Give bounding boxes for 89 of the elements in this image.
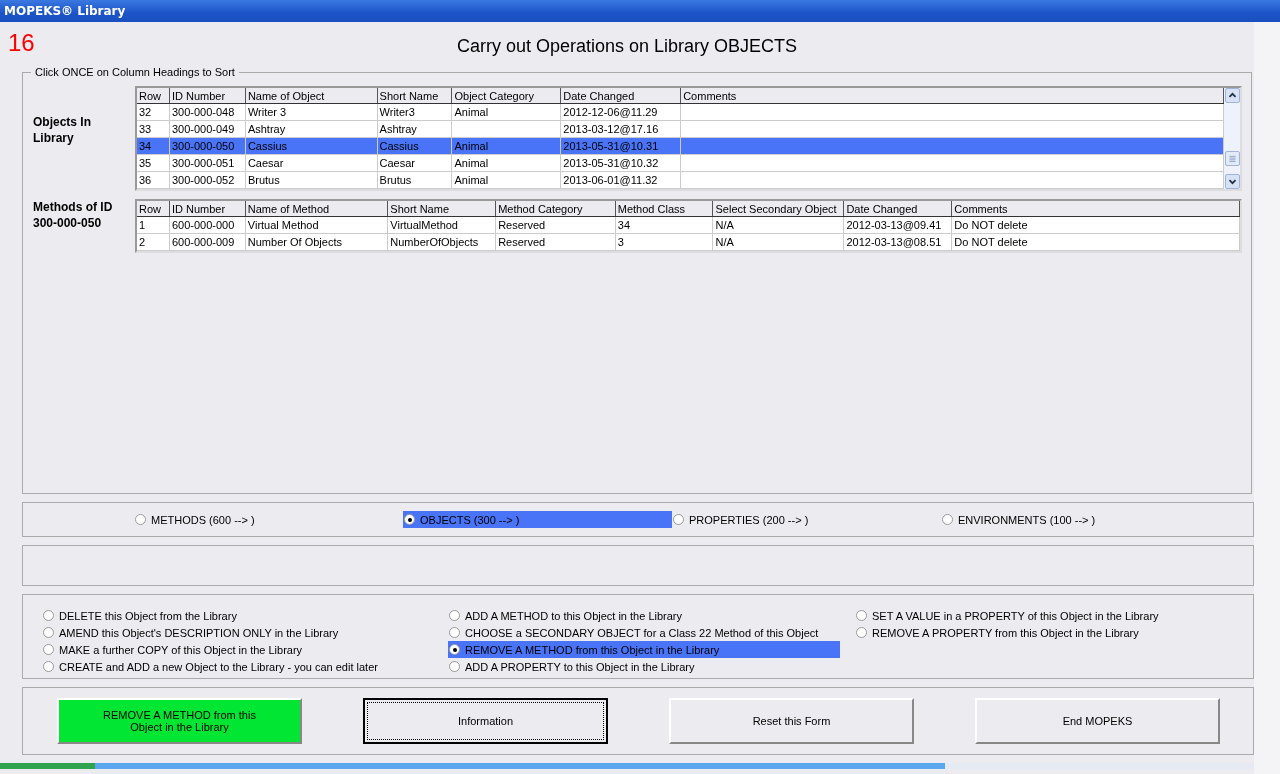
operation-radio[interactable]: CREATE and ADD a new Object to the Library - you can edit later (42, 658, 434, 675)
column-header[interactable]: ID Number (169, 88, 246, 104)
library-type-radio[interactable]: PROPERTIES (200 --> ) (672, 511, 941, 528)
column-header[interactable]: ID Number (169, 201, 246, 217)
table-row[interactable]: 35 300-000-051 Caesar Caesar Animal 2013-05-31@10.32 (137, 154, 1224, 172)
column-header[interactable]: Select Secondary Object (713, 201, 844, 217)
table-cell: 33 (137, 120, 170, 138)
library-type-radio[interactable]: OBJECTS (300 --> ) (403, 511, 672, 528)
page-heading: Carry out Operations on Library OBJECTS (456, 35, 798, 57)
table-row[interactable]: 32 300-000-048 Writer 3 Writer3 Animal 2012-12-06@11.29 (137, 103, 1224, 121)
library-type-radio[interactable]: ENVIRONMENTS (100 --> ) (941, 511, 1210, 528)
table-cell: N/A (713, 233, 844, 251)
column-header[interactable]: Name of Object (245, 88, 378, 104)
table-cell: 3 (615, 233, 713, 251)
table-row[interactable]: 33 300-000-049 Ashtray Ashtray 2013-03-12@17.16 (137, 120, 1224, 138)
table-cell: Writer3 (377, 103, 452, 121)
operation-radio[interactable]: ADD A METHOD to this Object in the Library (448, 607, 840, 624)
table-cell: 2012-03-13@09.41 (843, 216, 952, 234)
table-cell: Do NOT delete (951, 233, 1240, 251)
operation-radio[interactable]: ADD A PROPERTY to this Object in the Library (448, 658, 840, 675)
table-cell: 34 (615, 216, 713, 234)
table-cell: NumberOfObjects (387, 233, 496, 251)
table-cell: Reserved (495, 233, 616, 251)
table-cell: Animal (452, 103, 561, 121)
section-label: Objects In Library (32, 114, 92, 146)
table-cell: 35 (137, 154, 170, 172)
column-header[interactable]: Date Changed (843, 201, 952, 217)
table-cell: 36 (137, 171, 170, 189)
column-header[interactable]: Short Name (387, 201, 496, 217)
table-cell: 300-000-049 (169, 120, 246, 138)
table-row[interactable]: 34 300-000-050 Cassius Cassius Animal 2013-05-31@10.31 (137, 137, 1224, 155)
column-header[interactable]: Comments (680, 88, 1224, 104)
table-cell: Ashtray (245, 120, 378, 138)
table-cell: 600-000-000 (169, 216, 246, 234)
window-title: MOPEKS® Library (4, 4, 126, 18)
column-header[interactable]: Date Changed (560, 88, 681, 104)
table-cell: Animal (452, 154, 561, 172)
column-header[interactable]: Row (137, 88, 170, 104)
form-button[interactable]: Information (363, 698, 608, 744)
action-button[interactable]: REMOVE A METHOD from this Object in the Library (57, 698, 302, 744)
table-cell: Brutus (377, 171, 452, 189)
table-cell: 300-000-048 (169, 103, 246, 121)
operation-radio[interactable]: SET A VALUE in a PROPERTY of this Object in the Library (855, 607, 1247, 624)
section-label: Methods of ID 300-000-050 (32, 199, 114, 231)
form-button[interactable]: End MOPEKS (975, 698, 1220, 744)
table-cell: Do NOT delete (951, 216, 1240, 234)
table-cell: 300-000-051 (169, 154, 246, 172)
operation-radio[interactable]: REMOVE A PROPERTY from this Object in the Library (855, 624, 1247, 641)
table-cell: VirtualMethod (387, 216, 496, 234)
operation-radio[interactable]: AMEND this Object's DESCRIPTION ONLY in the Library (42, 624, 434, 641)
operation-radio[interactable]: CHOOSE a SECONDARY OBJECT for a Class 22 Method of this Object (448, 624, 840, 641)
column-header[interactable]: Comments (951, 201, 1240, 217)
table-cell: Number Of Objects (245, 233, 388, 251)
column-header[interactable]: Method Class (615, 201, 713, 217)
sort-hint: Click ONCE on Column Headings to Sort (34, 66, 236, 78)
scroll-down-icon[interactable] (1224, 174, 1240, 189)
table-cell: Reserved (495, 216, 616, 234)
column-header[interactable]: Short Name (377, 88, 452, 104)
table-cell: Caesar (377, 154, 452, 172)
form-button[interactable]: Reset this Form (669, 698, 914, 744)
page-number: 16 (8, 29, 35, 57)
table-cell: 1 (137, 216, 170, 234)
column-header[interactable]: Object Category (452, 88, 561, 104)
table-cell: Caesar (245, 154, 378, 172)
table-cell: 2013-05-31@10.32 (560, 154, 681, 172)
table-cell: N/A (713, 216, 844, 234)
column-header[interactable]: Method Category (495, 201, 616, 217)
table-cell: Brutus (245, 171, 378, 189)
table-cell: Virtual Method (245, 216, 388, 234)
scroll-up-icon[interactable] (1224, 88, 1240, 103)
table-cell: 300-000-052 (169, 171, 246, 189)
library-type-radio[interactable]: METHODS (600 --> ) (134, 511, 403, 528)
column-header[interactable]: Row (137, 201, 170, 217)
table-cell: 2 (137, 233, 170, 251)
column-header[interactable]: Name of Method (245, 201, 388, 217)
operation-radio[interactable]: REMOVE A METHOD from this Object in the Library (448, 641, 840, 658)
table-cell: 2012-03-13@08.51 (843, 233, 952, 251)
table-cell: Writer 3 (245, 103, 378, 121)
table-cell: 600-000-009 (169, 233, 246, 251)
table-cell: 2013-03-12@17.16 (560, 120, 681, 138)
table-cell: 32 (137, 103, 170, 121)
operation-radio[interactable]: DELETE this Object from the Library (42, 607, 434, 624)
table-cell: Animal (452, 171, 561, 189)
operation-radio[interactable]: MAKE a further COPY of this Object in the Library (42, 641, 434, 658)
scrollbar-thumb[interactable] (1224, 151, 1240, 166)
table-cell: 2012-12-06@11.29 (560, 103, 681, 121)
table-row[interactable]: 36 300-000-052 Brutus Brutus Animal 2013-06-01@11.32 (137, 171, 1224, 189)
table-cell: 2013-06-01@11.32 (560, 171, 681, 189)
table-cell: Ashtray (377, 120, 452, 138)
